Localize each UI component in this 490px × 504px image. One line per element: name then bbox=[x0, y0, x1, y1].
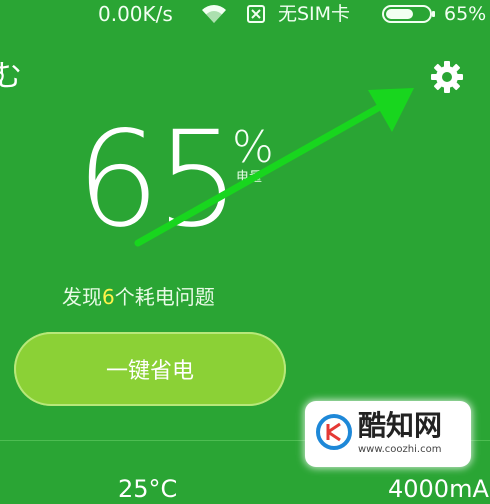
battery-icon bbox=[382, 5, 435, 23]
issues-suffix: 个耗电问题 bbox=[114, 285, 215, 309]
network-speed: 0.00K/s bbox=[98, 2, 173, 26]
sim-status-text: 无SIM卡 bbox=[278, 3, 351, 25]
temperature-stat: 25°C bbox=[118, 475, 178, 503]
battery-percent-text: 65% bbox=[444, 3, 487, 25]
battery-caption: 电量 bbox=[236, 170, 263, 185]
status-bar: 0.00K/s 无SIM卡 65% bbox=[0, 0, 490, 28]
one-key-save-button[interactable]: 一键省电 bbox=[14, 332, 286, 406]
issues-prefix: 发现 bbox=[62, 285, 102, 309]
issues-summary: 发现6个耗电问题 bbox=[62, 284, 215, 310]
back-button[interactable]: む bbox=[0, 60, 22, 94]
no-sim-icon bbox=[247, 5, 265, 23]
watermark-badge: 酷知网 www.coozhi.com bbox=[308, 404, 468, 464]
issues-count: 6 bbox=[102, 285, 115, 309]
watermark-logo bbox=[316, 414, 352, 450]
gear-icon[interactable] bbox=[430, 60, 464, 94]
watermark-url: www.coozhi.com bbox=[358, 444, 442, 455]
capacity-stat: 4000mAh bbox=[388, 475, 490, 503]
battery-unit: % bbox=[232, 122, 274, 173]
wifi-icon bbox=[202, 5, 226, 23]
battery-level-value: 65 bbox=[76, 103, 240, 257]
watermark-title: 酷知网 bbox=[358, 409, 443, 442]
